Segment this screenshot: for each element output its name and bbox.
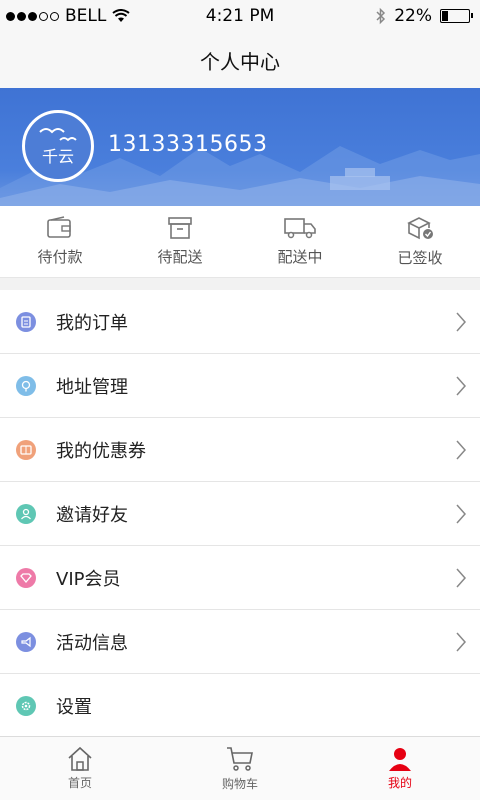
battery-percent: 22%: [394, 6, 432, 26]
box-icon: [168, 217, 192, 239]
menu-item-invite-friends[interactable]: 邀请好友: [0, 482, 480, 546]
profile-header: 千云 13133315653: [0, 88, 480, 206]
order-status-bar: 待付款 待配送 配送中 已签收: [0, 206, 480, 278]
coupon-icon: [16, 439, 36, 460]
menu-item-label: 邀请好友: [56, 504, 128, 526]
clipboard-icon: [16, 311, 36, 332]
order-pending-delivery[interactable]: 待配送: [120, 206, 240, 277]
order-pending-payment[interactable]: 待付款: [0, 206, 120, 277]
tab-cart-label: 购物车: [221, 777, 258, 791]
menu-item-coupons[interactable]: 我的优惠券: [0, 418, 480, 482]
chevron-right-icon: [456, 312, 466, 332]
gear-icon: [16, 696, 36, 716]
user-phone: 13133315653: [108, 132, 268, 157]
order-pending-delivery-label: 待配送: [157, 248, 203, 266]
avatar-logo-text: 千云: [42, 147, 74, 166]
home-icon: [68, 746, 92, 771]
megaphone-icon: [16, 631, 36, 652]
bluetooth-icon: [376, 7, 386, 25]
menu-item-settings[interactable]: 设置: [0, 674, 480, 738]
menu-item-label: 地址管理: [56, 376, 128, 398]
menu-item-label: 我的订单: [56, 312, 128, 334]
chevron-right-icon: [456, 376, 466, 396]
tab-mine[interactable]: 我的: [320, 737, 480, 800]
menu-item-label: 我的优惠券: [56, 440, 146, 462]
battery-icon: [440, 9, 473, 23]
order-in-delivery[interactable]: 配送中: [240, 206, 360, 277]
tab-cart[interactable]: 购物车: [160, 737, 320, 800]
menu-list: 我的订单 地址管理 我的优惠券 邀请好友 VIP会员 活动信息 设置: [0, 290, 480, 738]
chevron-right-icon: [456, 440, 466, 460]
diamond-icon: [16, 567, 36, 588]
wallet-icon: [47, 216, 71, 238]
menu-item-vip[interactable]: VIP会员: [0, 546, 480, 610]
status-bar: BELL 4:21 PM 22%: [0, 0, 480, 32]
nav-bar: 个人中心: [0, 32, 480, 88]
order-signed-label: 已签收: [397, 249, 443, 267]
menu-item-label: 活动信息: [56, 632, 128, 654]
tab-home-label: 首页: [67, 776, 92, 790]
truck-icon: [284, 218, 316, 239]
menu-item-label: 设置: [56, 697, 92, 718]
chevron-right-icon: [456, 568, 466, 588]
chevron-right-icon: [456, 632, 466, 652]
signed-box-icon: [407, 217, 433, 240]
tab-mine-label: 我的: [387, 776, 412, 790]
menu-item-my-orders[interactable]: 我的订单: [0, 290, 480, 354]
tab-home[interactable]: 首页: [0, 737, 160, 800]
tab-bar: 首页 购物车 我的: [0, 736, 480, 800]
order-signed[interactable]: 已签收: [360, 206, 480, 277]
chevron-right-icon: [456, 504, 466, 524]
person-icon: [16, 503, 36, 524]
cart-icon: [227, 747, 253, 771]
page-title: 个人中心: [200, 49, 280, 74]
menu-item-activities[interactable]: 活动信息: [0, 610, 480, 674]
menu-item-label: VIP会员: [56, 568, 121, 590]
order-pending-payment-label: 待付款: [37, 248, 83, 266]
order-in-delivery-label: 配送中: [277, 248, 323, 266]
location-icon: [16, 375, 36, 396]
birds-logo-icon: 千云: [39, 128, 77, 166]
avatar[interactable]: 千云: [22, 110, 94, 182]
menu-item-address[interactable]: 地址管理: [0, 354, 480, 418]
user-icon: [389, 748, 411, 771]
